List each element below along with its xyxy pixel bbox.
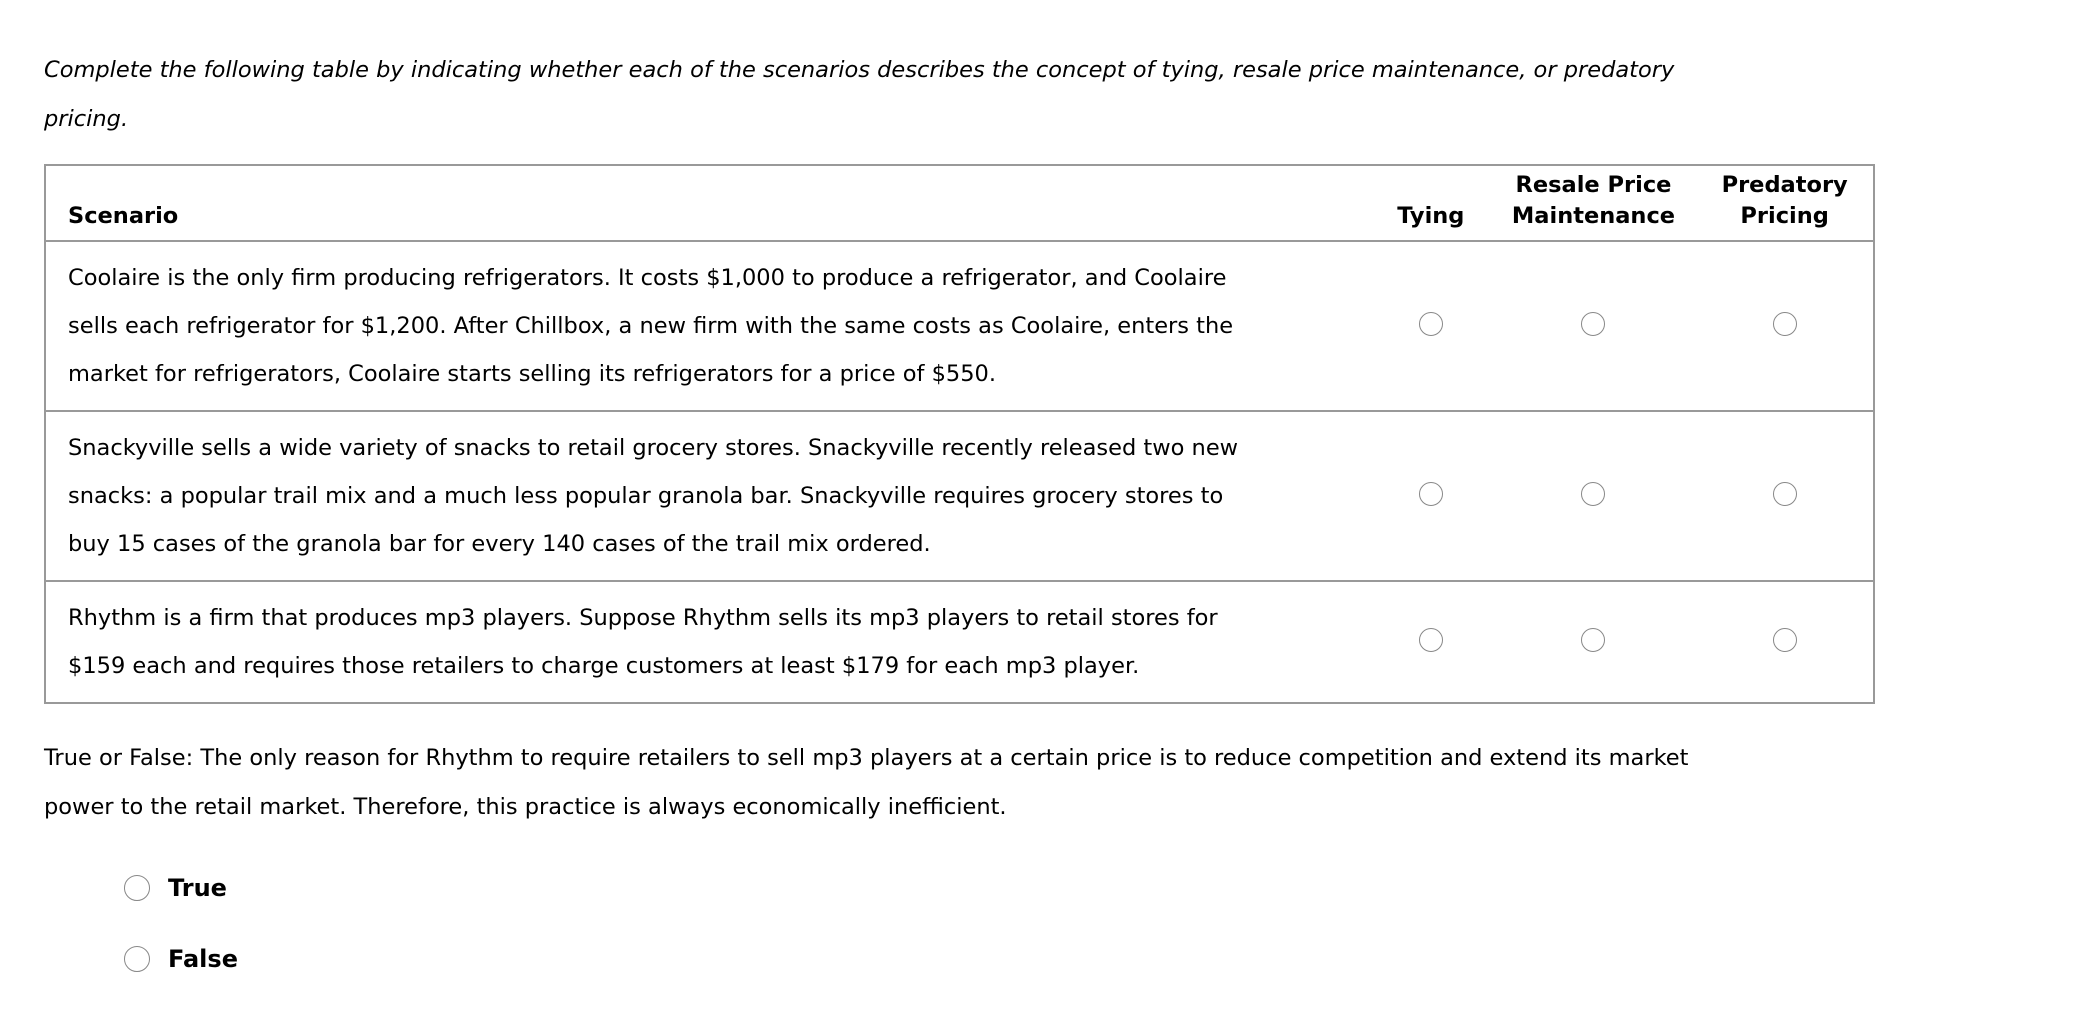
scenario-line: sells each refrigerator for $1,200. Afte… (68, 313, 1234, 339)
header-predatory-pricing: Predatory Pricing (1696, 165, 1874, 241)
cell-rpm (1491, 241, 1697, 411)
option-false[interactable]: False (124, 939, 238, 979)
cell-tying (1371, 581, 1491, 703)
radio-predatory-pricing[interactable] (1772, 312, 1797, 336)
instructions-line: Complete the following table by indicati… (44, 57, 1675, 83)
header-scenario: Scenario (68, 203, 179, 229)
cell-predatory (1696, 411, 1874, 581)
cell-tying (1371, 241, 1491, 411)
cell-tying (1371, 411, 1491, 581)
table-row: Snackyville sells a wide variety of snac… (45, 411, 1874, 581)
instructions: Complete the following table by indicati… (44, 46, 1864, 144)
scenario-line: Coolaire is the only firm producing refr… (68, 265, 1227, 291)
radio-predatory-pricing[interactable] (1772, 628, 1797, 652)
radio-tying[interactable] (1418, 312, 1443, 336)
header-resale-price-maintenance: Resale Price Maintenance (1491, 165, 1697, 241)
header-rpm-line1: Resale Price (1515, 172, 1672, 198)
scenario-line: $159 each and requires those retailers t… (68, 653, 1140, 679)
question-line: True or False: The only reason for Rhyth… (44, 745, 1689, 771)
scenario-line: Snackyville sells a wide variety of snac… (68, 435, 1239, 461)
table-header-row: Scenario Tying Resale Price Maintenance … (45, 165, 1874, 241)
cell-predatory (1696, 241, 1874, 411)
cell-rpm (1491, 411, 1697, 581)
cell-predatory (1696, 581, 1874, 703)
radio-tying[interactable] (1418, 628, 1443, 652)
scenario-line: Rhythm is a firm that produces mp3 playe… (68, 605, 1218, 631)
question-line: power to the retail market. Therefore, t… (44, 794, 1007, 820)
radio-tying[interactable] (1418, 482, 1443, 506)
scenario-text: Snackyville sells a wide variety of snac… (45, 411, 1371, 581)
table-row: Rhythm is a firm that produces mp3 playe… (45, 581, 1874, 703)
radio-true[interactable] (124, 875, 150, 901)
radio-predatory-pricing[interactable] (1772, 482, 1797, 506)
header-tying: Tying (1397, 203, 1465, 229)
scenario-line: market for refrigerators, Coolaire start… (68, 361, 996, 387)
instructions-line: pricing. (44, 106, 129, 132)
radio-resale-price-maintenance[interactable] (1581, 482, 1606, 506)
option-true-label[interactable]: True (168, 874, 227, 902)
scenario-table: Scenario Tying Resale Price Maintenance … (44, 164, 1875, 704)
scenario-line: snacks: a popular trail mix and a much l… (68, 483, 1224, 509)
scenario-line: buy 15 cases of the granola bar for ever… (68, 531, 931, 557)
cell-rpm (1491, 581, 1697, 703)
true-false-question: True or False: The only reason for Rhyth… (44, 734, 1884, 832)
radio-false[interactable] (124, 946, 150, 972)
header-rpm-line2: Maintenance (1511, 203, 1676, 229)
option-false-label[interactable]: False (168, 945, 238, 973)
table-row: Coolaire is the only firm producing refr… (45, 241, 1874, 411)
scenario-text: Rhythm is a firm that produces mp3 playe… (45, 581, 1371, 703)
option-true[interactable]: True (124, 868, 227, 908)
radio-resale-price-maintenance[interactable] (1581, 628, 1606, 652)
radio-resale-price-maintenance[interactable] (1581, 312, 1606, 336)
scenario-text: Coolaire is the only firm producing refr… (45, 241, 1371, 411)
header-pred-line2: Pricing (1740, 203, 1829, 229)
header-pred-line1: Predatory (1721, 172, 1848, 198)
